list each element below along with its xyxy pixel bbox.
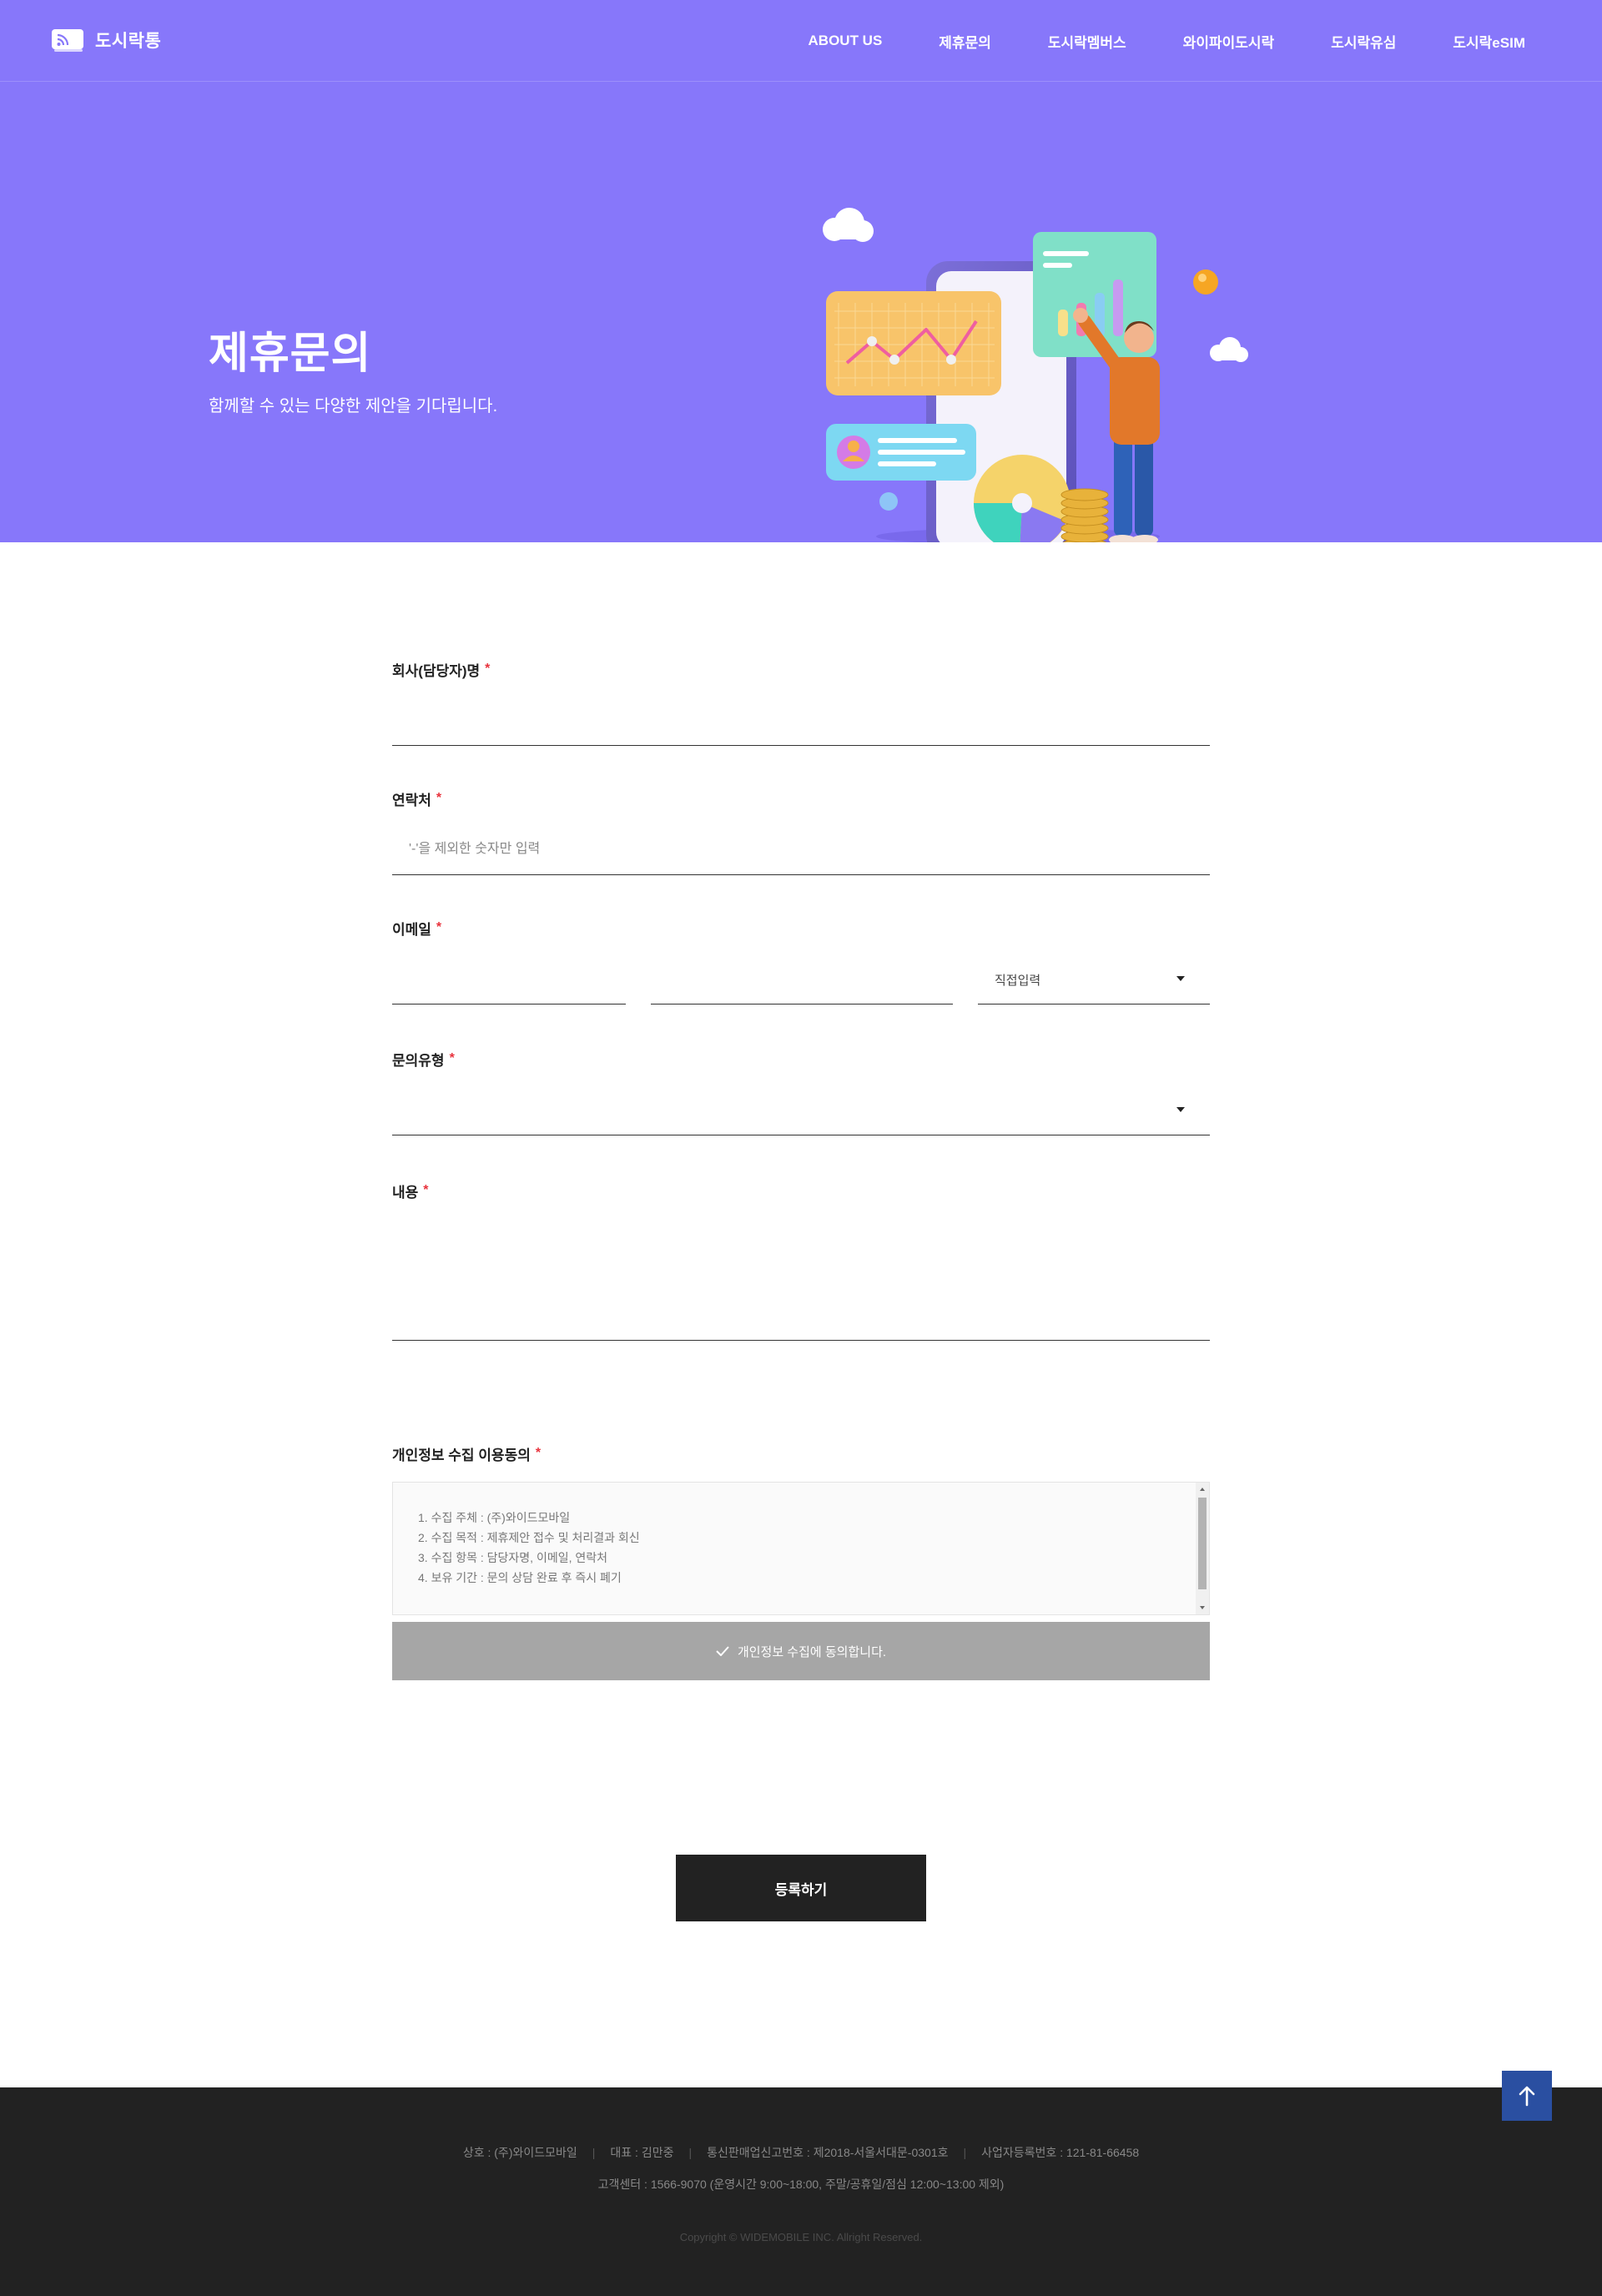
footer-copyright: Copyright © WIDEMOBILE INC. Allright Res… xyxy=(679,2231,923,2243)
privacy-terms-box[interactable]: 1. 수집 주체 : (주)와이드모바일 2. 수집 목적 : 제휴제안 접수 … xyxy=(392,1482,1210,1615)
privacy-scrollbar[interactable] xyxy=(1196,1483,1209,1614)
contact-field: 연락처 * xyxy=(392,788,1210,875)
privacy-agree-button[interactable]: 개인정보 수집에 동의합니다. xyxy=(392,1622,1210,1680)
scroll-up-icon[interactable] xyxy=(1200,1488,1205,1491)
scroll-thumb[interactable] xyxy=(1198,1498,1207,1589)
caret-down-icon xyxy=(1176,1107,1185,1112)
privacy-field: 개인정보 수집 이용동의 * 1. 수집 주체 : (주)와이드모바일 2. 수… xyxy=(392,1443,1210,1680)
email-domain-input[interactable] xyxy=(651,953,953,1004)
content-textarea[interactable] xyxy=(392,1207,1210,1341)
email-label: 이메일 xyxy=(392,921,431,938)
submit-button[interactable]: 등록하기 xyxy=(676,1855,926,1921)
privacy-term-item: 1. 수집 주체 : (주)와이드모바일 xyxy=(418,1511,571,1524)
company-input[interactable] xyxy=(392,694,1210,746)
check-icon xyxy=(716,1646,729,1656)
page-title: 제휴문의 xyxy=(209,330,372,378)
arrow-up-icon xyxy=(1519,2086,1535,2107)
privacy-term-item: 4. 보유 기간 : 문의 상담 완료 후 즉시 폐기 xyxy=(418,1571,622,1584)
logo[interactable]: 도시락통 xyxy=(50,25,161,55)
footer-ceo: 대표 : 김만중 xyxy=(610,2146,674,2159)
main-nav: ABOUT US 제휴문의 도시락멤버스 와이파이도시락 도시락유심 도시락eS… xyxy=(752,0,1525,82)
inquiry-type-select[interactable] xyxy=(392,1084,1210,1135)
required-mark: * xyxy=(485,662,491,676)
scroll-to-top-button[interactable] xyxy=(1502,2071,1552,2121)
inquiry-type-label: 문의유형 xyxy=(392,1052,445,1069)
nav-dosirak-members[interactable]: 도시락멤버스 xyxy=(1048,31,1126,52)
footer-customer-center: 고객센터 : 1566-9070 (운영시간 9:00~18:00, 주말/공휴… xyxy=(597,2178,1005,2191)
nav-about-us[interactable]: ABOUT US xyxy=(809,33,883,49)
privacy-terms-list: 1. 수집 주체 : (주)와이드모바일 2. 수집 목적 : 제휴제안 접수 … xyxy=(418,1508,640,1588)
footer-business-no: 사업자등록번호 : 121-81-66458 xyxy=(981,2146,1140,2159)
content-field: 내용 * xyxy=(392,1181,1210,1345)
required-mark: * xyxy=(436,791,442,805)
contact-input[interactable] xyxy=(392,823,1210,875)
company-field: 회사(담당자)명 * xyxy=(392,659,1210,746)
required-mark: * xyxy=(535,1446,542,1460)
nav-dosirak-usim[interactable]: 도시락유심 xyxy=(1331,31,1396,52)
footer: 상호 : (주)와이드모바일 | 대표 : 김만중 | 통신판매업신고번호 : 제201… xyxy=(0,2087,1602,2296)
required-mark: * xyxy=(449,1051,455,1065)
email-id-input[interactable] xyxy=(392,953,626,1004)
footer-company-info: 상호 : (주)와이드모바일 | 대표 : 김만중 | 통신판매업신고번호 : 제201… xyxy=(462,2146,1140,2159)
nav-dosirak-esim[interactable]: 도시락eSIM xyxy=(1453,31,1525,52)
privacy-term-item: 2. 수집 목적 : 제휴제안 접수 및 처리결과 회신 xyxy=(418,1531,640,1544)
scroll-down-icon[interactable] xyxy=(1200,1606,1205,1609)
caret-down-icon xyxy=(1176,976,1185,981)
privacy-term-item: 3. 수집 항목 : 담당자명, 이메일, 연락처 xyxy=(418,1551,608,1564)
nav-partnership[interactable]: 제휴문의 xyxy=(939,31,991,52)
email-domain-select-value: 직접입력 xyxy=(995,974,1041,988)
email-row: 직접입력 xyxy=(392,953,1210,1004)
cloud-icon xyxy=(823,208,874,242)
contact-label: 연락처 xyxy=(392,792,431,808)
email-field: 이메일 * 직접입력 xyxy=(392,918,1210,1004)
required-mark: * xyxy=(436,920,442,934)
hero-banner: 제휴문의 함께할 수 있는 다양한 제안을 기다립니다. xyxy=(0,82,1602,542)
router-logo-icon xyxy=(52,29,83,52)
content-label: 내용 xyxy=(392,1184,419,1201)
privacy-agree-label: 개인정보 수집에 동의합니다. xyxy=(737,1644,887,1659)
header: 도시락통 ABOUT US 제휴문의 도시락멤버스 와이파이도시락 도시락유심 … xyxy=(0,0,1602,82)
privacy-label: 개인정보 수집 이용동의 xyxy=(392,1447,531,1463)
logo-text: 도시락통 xyxy=(95,32,162,51)
footer-telecom-no: 통신판매업신고번호 : 제2018-서울서대문-0301호 xyxy=(707,2146,949,2159)
required-mark: * xyxy=(423,1183,429,1197)
page-subtitle: 함께할 수 있는 다양한 제안을 기다립니다. xyxy=(209,397,498,415)
footer-company: 상호 : (주)와이드모바일 xyxy=(462,2146,577,2159)
business-illustration xyxy=(823,208,1248,542)
company-label: 회사(담당자)명 xyxy=(392,662,481,679)
nav-wifi-dosirak[interactable]: 와이파이도시락 xyxy=(1183,31,1274,52)
email-domain-select[interactable]: 직접입력 xyxy=(978,953,1210,1004)
inquiry-type-field: 문의유형 * xyxy=(392,1049,1210,1135)
